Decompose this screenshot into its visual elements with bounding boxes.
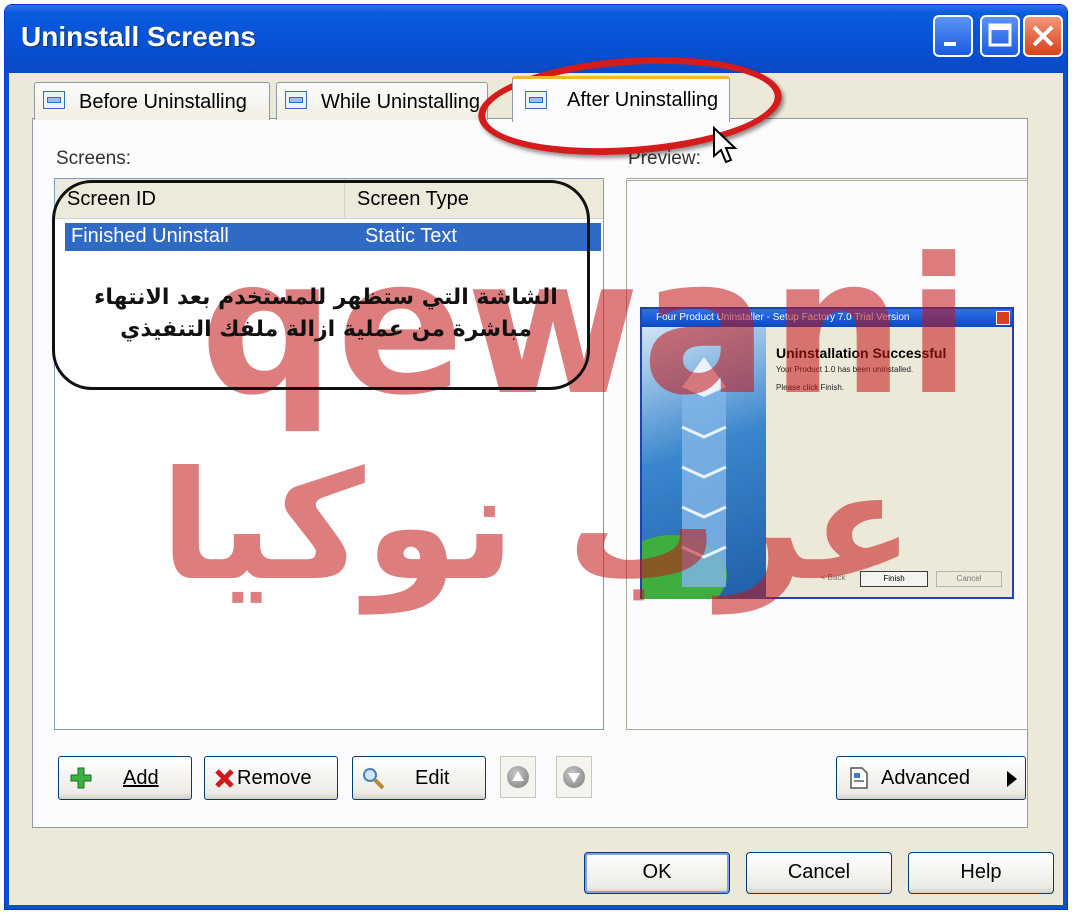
add-label: Add xyxy=(123,767,159,789)
window-title: Uninstall Screens xyxy=(21,21,256,52)
annotation-line: الشاشة التي ستظهر للمستخدم بعد الانتهاء xyxy=(94,285,558,310)
screens-label: Screens: xyxy=(56,148,131,169)
screen-icon xyxy=(43,91,65,109)
close-button[interactable] xyxy=(1023,15,1063,57)
title-bar[interactable]: Uninstall Screens xyxy=(5,5,1067,73)
delete-x-icon xyxy=(215,769,234,788)
close-icon xyxy=(1032,25,1054,47)
advanced-label: Advanced xyxy=(881,767,970,789)
screen-icon xyxy=(525,91,547,109)
help-button[interactable]: Help xyxy=(908,852,1054,894)
preview-divider xyxy=(626,178,1028,179)
arrow-up-icon xyxy=(507,766,529,788)
tab-label: Before Uninstalling xyxy=(79,91,247,113)
plus-icon xyxy=(70,767,92,789)
maximize-button[interactable] xyxy=(980,15,1020,57)
window-border-bottom xyxy=(5,905,1067,909)
tab-label: While Uninstalling xyxy=(321,91,480,113)
edit-button[interactable]: Edit xyxy=(352,756,486,800)
tab-while-uninstalling[interactable]: While Uninstalling xyxy=(276,82,488,120)
edit-label: Edit xyxy=(415,767,450,789)
watermark-arabic: عرب نوكيا xyxy=(160,440,914,614)
window-border-left xyxy=(5,73,9,909)
remove-button[interactable]: Remove xyxy=(204,756,338,800)
annotation-line: مباشرة من عملية ازالة ملفك التنفيذي xyxy=(120,317,532,342)
annotation-text: الشاشة التي ستظهر للمستخدم بعد الانتهاء … xyxy=(66,282,586,346)
tab-label: After Uninstalling xyxy=(567,89,719,111)
mouse-cursor-icon xyxy=(713,126,738,164)
add-button[interactable]: Add xyxy=(58,756,192,800)
magnifier-icon xyxy=(363,768,385,790)
maximize-icon xyxy=(988,23,1012,47)
remove-label: Remove xyxy=(237,767,312,789)
ok-button[interactable]: OK xyxy=(584,852,730,894)
submenu-arrow-icon xyxy=(1007,771,1017,787)
arrow-down-icon xyxy=(563,766,585,788)
minimize-icon xyxy=(944,42,956,46)
window-border-right xyxy=(1063,73,1067,909)
minimize-button[interactable] xyxy=(933,15,973,57)
tab-after-uninstalling[interactable]: After Uninstalling xyxy=(512,76,730,122)
preview-close-icon xyxy=(996,311,1010,325)
screen-icon xyxy=(285,91,307,109)
tab-before-uninstalling[interactable]: Before Uninstalling xyxy=(34,82,270,120)
cancel-button[interactable]: Cancel xyxy=(746,852,892,894)
move-up-button[interactable] xyxy=(500,756,536,798)
preview-cancel-button: Cancel xyxy=(936,571,1002,587)
move-down-button[interactable] xyxy=(556,756,592,798)
advanced-button[interactable]: Advanced xyxy=(836,756,1026,800)
document-icon xyxy=(850,767,868,789)
